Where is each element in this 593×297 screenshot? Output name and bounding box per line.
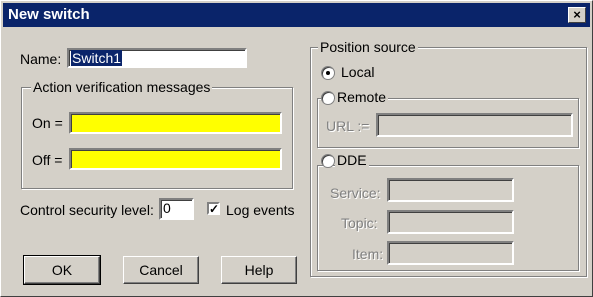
new-switch-dialog: New switch × Name: Switch1 Action verifi… — [0, 0, 593, 297]
dde-label: DDE — [335, 152, 369, 168]
action-verification-group — [21, 87, 293, 189]
remote-label: Remote — [335, 89, 389, 105]
service-label: Service: — [330, 185, 381, 201]
action-verification-legend: Action verification messages — [31, 79, 213, 95]
off-label: Off = — [32, 152, 63, 168]
off-message-field[interactable] — [69, 148, 282, 170]
url-field[interactable] — [376, 113, 573, 137]
item-label: Item: — [352, 246, 384, 262]
remote-radio[interactable] — [321, 91, 335, 105]
position-source-legend: Position source — [318, 39, 418, 55]
dialog-title: New switch — [8, 6, 90, 23]
name-field[interactable]: Switch1 — [67, 48, 247, 68]
name-value: Switch1 — [71, 50, 123, 66]
security-level-label: Control security level: — [20, 202, 154, 218]
local-label: Local — [341, 64, 375, 80]
dde-radio[interactable] — [321, 154, 335, 168]
local-radio[interactable] — [321, 66, 335, 80]
topic-field[interactable] — [387, 210, 514, 234]
close-icon[interactable]: × — [568, 7, 586, 23]
on-message-field[interactable] — [69, 112, 282, 134]
on-label: On = — [32, 115, 63, 131]
help-button[interactable]: Help — [221, 256, 297, 284]
name-label: Name: — [20, 51, 62, 67]
service-field[interactable] — [387, 178, 514, 202]
security-level-field[interactable]: 0 — [159, 198, 194, 220]
ok-button[interactable]: OK — [23, 255, 101, 285]
url-label: URL := — [326, 118, 370, 134]
cancel-button[interactable]: Cancel — [123, 256, 199, 284]
log-events-checkbox[interactable]: ✓ — [207, 202, 220, 215]
topic-label: Topic: — [341, 215, 378, 231]
log-events-label: Log events — [226, 202, 295, 218]
item-field[interactable] — [387, 241, 514, 265]
title-bar[interactable]: New switch × — [3, 3, 590, 27]
